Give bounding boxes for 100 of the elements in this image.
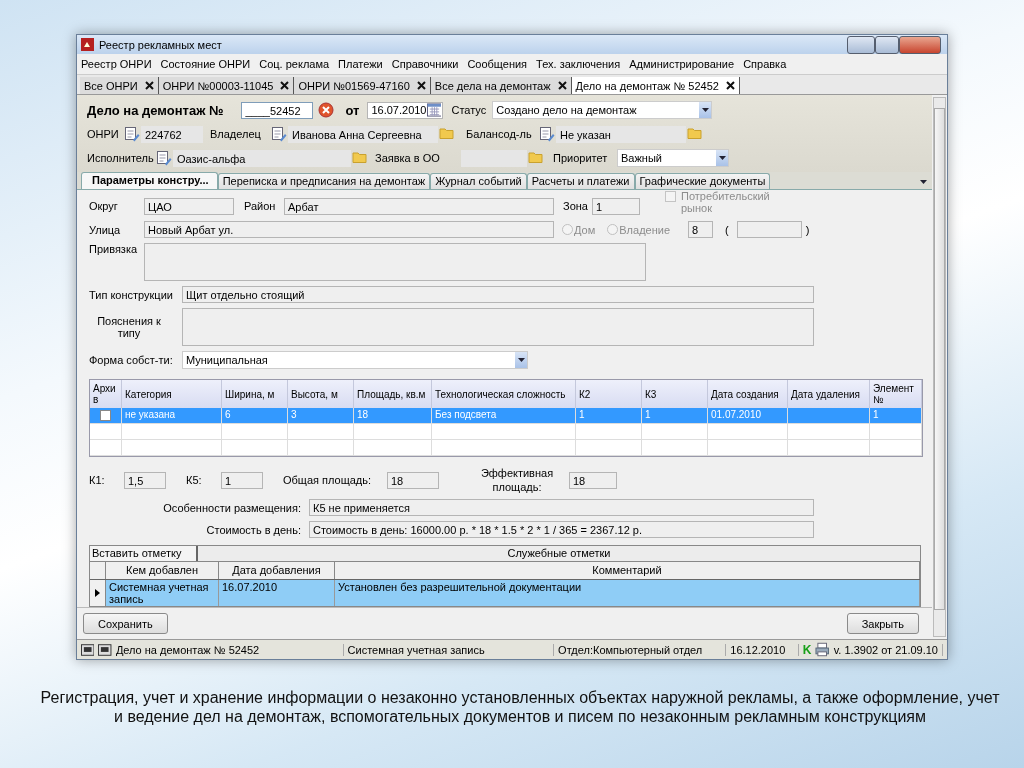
field-label: Исполнитель [87,152,155,164]
menu-item[interactable]: Тех. заключения [536,58,621,70]
table-cell: 6 [222,408,288,423]
menu-item[interactable]: Справочники [391,58,459,70]
table-cell: не указана [122,408,222,423]
table-cell: 1 [576,408,642,423]
menu-item[interactable]: Реестр ОНРИ [81,58,152,70]
close-window-button[interactable]: Закрыть [846,613,919,634]
menu-item[interactable]: Администрирование [629,58,735,70]
field-label: Район [244,200,277,212]
field-label: Эффективная площадь: [479,466,555,494]
text-field[interactable] [736,221,802,238]
text-field[interactable]: Иванова Анна Сергеевна [288,125,438,143]
clear-button[interactable] [317,101,336,119]
column-header[interactable]: Кем добавлен [106,562,219,579]
checkbox-label: Потребительский рынок [680,190,771,214]
close-icon [725,81,735,90]
text-field[interactable]: Новый Арбат ул. [144,221,554,238]
ownership-dropdown[interactable]: Муниципальная [182,351,528,369]
vertical-scrollbar[interactable] [933,97,946,637]
window-title: Реестр рекламных мест [99,38,222,51]
field-label: Пояснения к типу [96,315,162,339]
document-tab[interactable]: Все дела на демонтаж [430,77,572,94]
field-label: ОНРИ [87,128,120,140]
text-field[interactable]: Стоимость в день: 16000.00 р. * 18 * 1.5 * 2 * 1 / 365 = 2367.12 р. [309,521,814,538]
edit-button[interactable] [538,125,556,143]
field-label: Статус [451,104,487,116]
section-tab[interactable]: Графические документы [634,173,771,189]
section-tab[interactable]: Параметры констру... [81,172,218,189]
text-field[interactable]: ЦАО [144,197,234,215]
priority-dropdown[interactable]: Важный [617,149,729,167]
current-row-icon [95,589,100,597]
text-area[interactable] [182,308,814,346]
printer-icon [815,642,830,657]
text-area[interactable] [144,243,646,281]
text-field[interactable]: 1,5 [124,471,166,489]
section-tab[interactable]: Журнал событий [430,173,527,189]
notes-title: Служебные отметки [506,546,612,561]
date-field[interactable]: 16.07.2010 [367,101,444,119]
table-cell: 1 [642,408,708,423]
text-field[interactable]: Оазис-альфа [173,149,351,167]
edit-button[interactable] [270,125,288,143]
table-row[interactable]: Системная учетная запись 16.07.2010 Установлен без разрешительной документации [90,580,920,606]
text-field[interactable]: 18 [387,471,439,489]
menu-item[interactable]: Платежи [338,58,383,70]
field-label: Балансод-ль [466,128,533,140]
tab-list-arrow-icon [919,179,928,185]
checkbox[interactable] [100,410,111,421]
text-field[interactable]: 8 [688,221,713,238]
column-header[interactable]: Комментарий [335,562,920,579]
text-field[interactable]: Арбат [284,197,554,215]
calendar-icon [426,102,442,118]
column-header[interactable]: Дата добавления [219,562,335,579]
text-field[interactable]: 224762 [141,125,203,143]
table-cell: 18 [354,408,432,423]
text-field[interactable]: К5 не применяется [309,499,814,516]
maximize-button[interactable] [875,35,899,54]
field-label: К1: [89,474,106,486]
text-field[interactable]: Не указан [556,125,686,143]
section-tab[interactable]: Расчеты и платежи [526,173,635,189]
document-tab[interactable]: ОНРИ №01569-47160 [294,77,431,94]
text-field[interactable]: 1 [221,471,263,489]
field-label: Стоимость в день: [205,523,302,536]
field-label: Зона [563,200,588,212]
table-cell: 3 [288,408,354,423]
menu-item[interactable]: Справка [743,58,787,70]
text-field[interactable]: 18 [569,471,617,489]
status-text: Отдел:Компьютерный отдел [558,643,727,656]
edit-button[interactable] [155,149,173,167]
table-cell: 1 [870,408,922,423]
text-field[interactable]: 1 [591,197,640,215]
status-text: v. 1.3902 от 21.09.10 [833,643,943,656]
text-field[interactable] [461,149,527,167]
field-label: Владелец [210,128,262,140]
menu-item[interactable]: Сообщения [467,58,528,70]
minimize-button[interactable] [847,35,875,54]
text-field[interactable]: Щит отдельно стоящий [182,286,814,303]
field-label: Улица [89,223,122,236]
insert-note-button[interactable]: Вставить отметку [90,546,198,561]
menu-item[interactable]: Состояние ОНРИ [160,58,251,70]
section-tab[interactable]: Переписка и предписания на демонтаж [217,173,431,189]
close-icon [557,81,567,90]
table-cell: 16.07.2010 [219,580,335,606]
screen-icon [81,643,95,656]
case-number-field[interactable]: ____52452 [241,101,314,119]
close-button[interactable] [899,35,941,54]
status-dropdown[interactable]: Создано дело на демонтаж [492,101,713,119]
document-tab[interactable]: ОНРИ №00003-11045 [158,77,295,94]
field-label: Заявка в ОО [375,152,441,164]
field-label: Общая площадь: [283,474,373,486]
field-label: Округ [89,200,119,212]
field-label: Форма собст-ти: [89,354,174,366]
case-title: Дело на демонтаж № [87,102,224,118]
edit-button[interactable] [123,125,141,143]
close-icon [280,81,290,90]
close-icon [144,81,154,90]
menu-item[interactable]: Соц. реклама [259,58,330,70]
save-button[interactable]: Сохранить [83,613,168,634]
document-tab[interactable]: Все ОНРИ [80,77,159,94]
document-tab[interactable]: Дело на демонтаж № 52452 [571,77,740,94]
